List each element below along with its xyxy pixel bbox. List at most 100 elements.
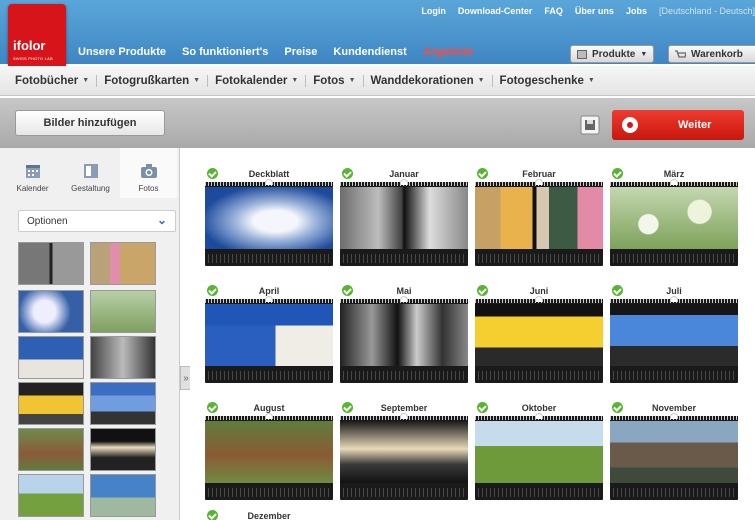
page-card [610, 413, 738, 500]
cart-button-label: Warenkorb [691, 48, 743, 60]
chevron-down-icon: ▼ [640, 50, 648, 58]
photo-thumbnail[interactable] [90, 242, 156, 285]
page-card [340, 179, 468, 266]
calendar-page-august[interactable]: August [205, 400, 333, 500]
calendar-page-february[interactable]: Februar [475, 166, 603, 266]
calendar-page-june[interactable]: Juni [475, 283, 603, 383]
category-photobooks[interactable]: Fotobücher ▼ [8, 74, 98, 87]
page-card [610, 179, 738, 266]
link-login[interactable]: Login [421, 6, 446, 16]
photo-thumbnail[interactable] [90, 474, 156, 517]
ifolor-logo[interactable]: ifolor SWISS PHOTO LAB [8, 4, 66, 66]
calendar-page-may[interactable]: Mai [340, 283, 468, 383]
tab-label: Gestaltung [71, 184, 110, 193]
cart-icon [675, 49, 686, 58]
page-photo [340, 304, 468, 366]
hanger [265, 296, 273, 302]
photo-thumbnail[interactable] [90, 336, 156, 379]
category-wall-decor[interactable]: Wanddekorationen ▼ [364, 74, 493, 87]
calendar-page-january[interactable]: Januar [340, 166, 468, 266]
page-label: Dezember [247, 511, 291, 520]
photo-thumbnail[interactable] [90, 290, 156, 333]
link-jobs[interactable]: Jobs [626, 6, 647, 16]
nav-customer-service[interactable]: Kundendienst [333, 46, 406, 58]
date-grid [343, 371, 465, 380]
page-photo [610, 304, 738, 366]
photo-thumbnail[interactable] [18, 336, 84, 379]
date-grid [478, 254, 600, 263]
layout-icon [83, 164, 98, 178]
calendar-page-october[interactable]: Oktober [475, 400, 603, 500]
category-photos[interactable]: Fotos ▼ [306, 74, 364, 87]
products-dropdown-button[interactable]: Produkte ▼ [570, 45, 655, 63]
hanger [670, 179, 678, 185]
date-grid [208, 254, 330, 263]
save-icon[interactable] [580, 115, 600, 135]
page-label: Oktober [521, 403, 557, 413]
photo-thumbnail[interactable] [90, 428, 156, 471]
calendar-page-cover[interactable]: Deckblatt [205, 166, 333, 266]
add-photos-button[interactable]: Bilder hinzufügen [15, 110, 165, 136]
photo-thumbnail[interactable] [18, 474, 84, 517]
page-card [205, 413, 333, 500]
tab-photos[interactable]: Fotos [120, 148, 177, 198]
calendar-page-march[interactable]: März [610, 166, 738, 266]
page-card [475, 179, 603, 266]
link-download-center[interactable]: Download-Center [458, 6, 533, 16]
chevron-down-icon: ▼ [587, 77, 595, 84]
page-photo [205, 304, 333, 366]
date-grid [478, 371, 600, 380]
hanger [535, 296, 543, 302]
options-dropdown[interactable]: Optionen ⌄ [18, 210, 176, 232]
tab-layout[interactable]: Gestaltung [62, 148, 119, 198]
category-label: Fotogeschenke [499, 74, 584, 87]
date-grid [613, 254, 735, 263]
hanger [265, 413, 273, 419]
photo-thumbnail[interactable] [90, 382, 156, 425]
page-label: Juni [529, 286, 549, 296]
date-grid [478, 488, 600, 497]
nav-offers[interactable]: Angebote [423, 46, 474, 58]
nav-prices[interactable]: Preise [284, 46, 317, 58]
photo-thumbnail[interactable] [18, 428, 84, 471]
category-calendars[interactable]: Fotokalender ▼ [208, 74, 307, 87]
photo-thumbnail[interactable] [18, 382, 84, 425]
link-about[interactable]: Über uns [575, 6, 614, 16]
date-grid [343, 488, 465, 497]
options-dropdown-label: Optionen [27, 215, 68, 227]
nav-how-it-works[interactable]: So funktioniert's [182, 46, 268, 58]
page-photo [475, 421, 603, 483]
page-photo [340, 421, 468, 483]
language-selector[interactable]: [Deutschland - Deutsch] [659, 6, 755, 16]
cart-button[interactable]: Warenkorb [668, 45, 755, 63]
next-button[interactable]: Weiter [612, 110, 744, 140]
category-greeting-cards[interactable]: Fotogrußkarten ▼ [97, 74, 209, 87]
grid-icon [577, 49, 587, 59]
record-icon [622, 117, 638, 133]
page-card [205, 179, 333, 266]
hanger [400, 413, 408, 419]
category-label: Wanddekorationen [370, 74, 474, 87]
link-faq[interactable]: FAQ [544, 6, 563, 16]
calendar-page-april[interactable]: April [205, 283, 333, 383]
photo-thumbnail[interactable] [18, 290, 84, 333]
page-card [205, 296, 333, 383]
nav-products[interactable]: Unsere Produkte [78, 46, 166, 58]
page-photo [475, 304, 603, 366]
page-photo [340, 187, 468, 249]
photo-thumbnail[interactable] [18, 242, 84, 285]
category-label: Fotobücher [15, 74, 79, 87]
page-label: März [663, 169, 685, 179]
products-button-label: Produkte [592, 48, 636, 60]
chevron-down-icon: ⌄ [156, 213, 167, 227]
category-photo-gifts[interactable]: Fotogeschenke ▼ [493, 75, 602, 87]
calendar-page-november[interactable]: November [610, 400, 738, 500]
calendar-page-july[interactable]: Juli [610, 283, 738, 383]
date-grid [613, 371, 735, 380]
category-bar: Fotobücher ▼ Fotogrußkarten ▼ Fotokalender… [0, 66, 755, 96]
tab-calendar[interactable]: Kalender [4, 148, 61, 198]
calendar-page-september[interactable]: September [340, 400, 468, 500]
tab-label: Kalender [16, 184, 49, 193]
calendar-page-december[interactable]: Dezember [205, 508, 333, 520]
page-photo [475, 187, 603, 249]
